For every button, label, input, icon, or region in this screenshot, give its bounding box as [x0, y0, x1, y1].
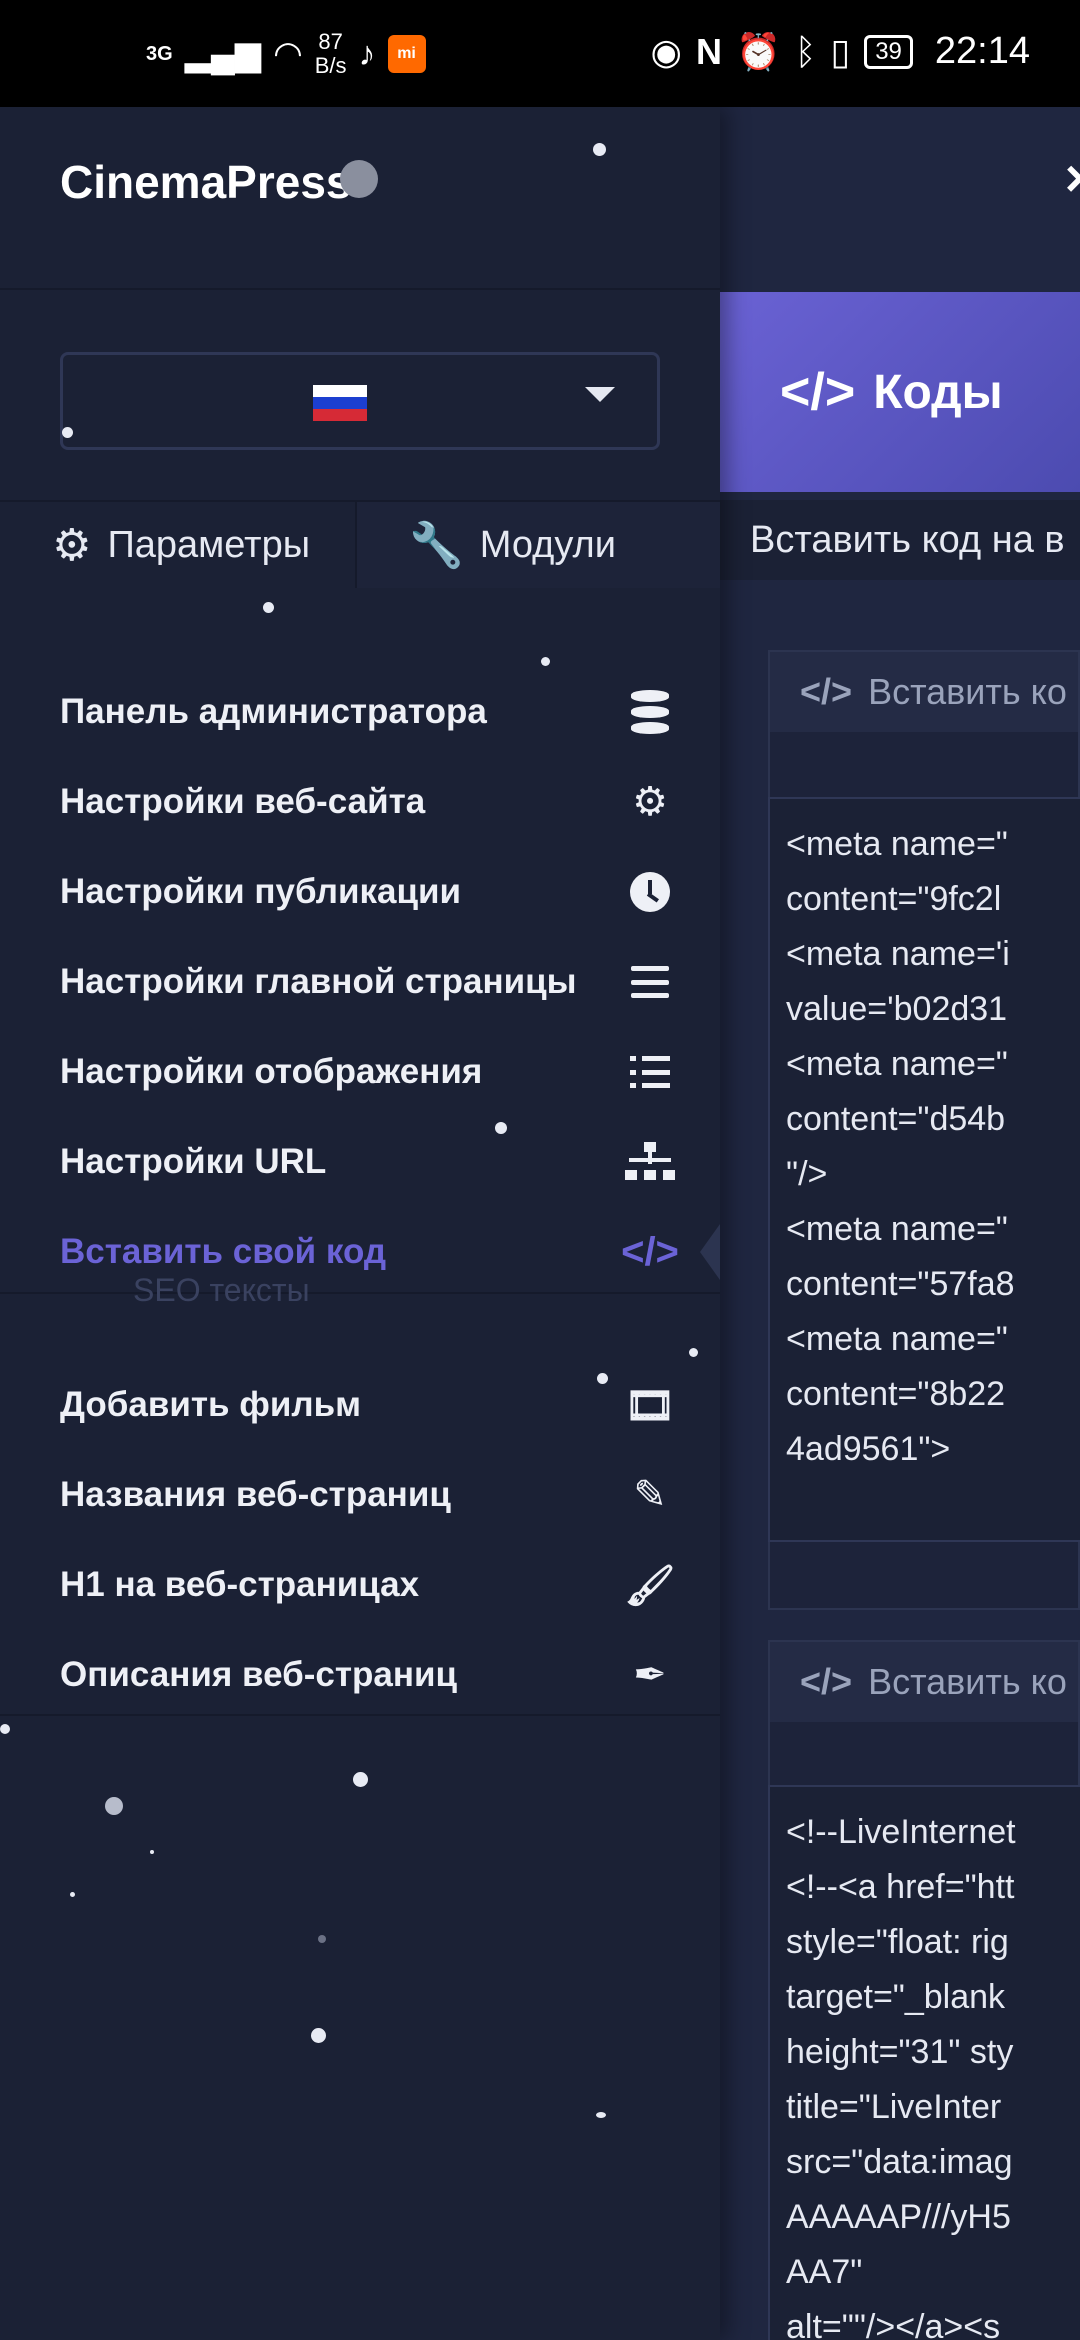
clock-time: 22:14	[934, 30, 1030, 72]
code-icon: </>	[621, 1229, 679, 1274]
brush-icon: 🖌	[624, 1563, 676, 1608]
menu-item-website-settings[interactable]: Настройки веб-сайта ⚙	[60, 767, 680, 837]
pen-icon: ✒	[633, 1653, 667, 1697]
star-decoration	[541, 657, 550, 666]
tab-modules-label: Модули	[479, 523, 616, 566]
menu-item-url-settings[interactable]: Настройки URL	[60, 1127, 680, 1197]
star-decoration	[596, 2112, 606, 2118]
tab-modules[interactable]: 🔧 Модули	[357, 502, 720, 588]
signal-icon: ▂▄▆	[184, 35, 262, 73]
panel-header-1: </> Вставить ко	[770, 652, 1078, 732]
panel-title-1: Вставить ко	[868, 671, 1067, 712]
menu-item-page-titles[interactable]: Названия веб-страниц ✎	[60, 1460, 680, 1530]
clock-icon	[620, 872, 680, 912]
wifi-icon: ◠	[273, 35, 303, 73]
star-decoration	[0, 1724, 10, 1734]
brand-logo[interactable]: CinemaPress	[60, 155, 352, 209]
menu-item-publication-settings[interactable]: Настройки публикации	[60, 857, 680, 927]
russian-flag-icon	[313, 385, 367, 421]
star-decoration	[150, 1850, 154, 1854]
mi-icon: mi	[387, 35, 426, 73]
menu-bottom-divider	[0, 1714, 720, 1716]
active-indicator	[700, 1224, 720, 1280]
database-icon	[620, 690, 680, 734]
drawer-header: CinemaPress ×	[0, 107, 1080, 290]
net-speed: 87 B/s	[314, 29, 347, 78]
nfc-icon: N	[695, 30, 722, 72]
section-divider	[0, 1292, 720, 1294]
star-decoration	[689, 1348, 698, 1357]
star-decoration	[62, 427, 73, 438]
hamburger-icon	[620, 966, 680, 998]
star-decoration	[311, 2028, 326, 2043]
menu-item-homepage-settings[interactable]: Настройки главной страницы	[60, 947, 680, 1017]
eye-icon: ◉	[650, 30, 682, 72]
panel-title-2: Вставить ко	[868, 1661, 1067, 1702]
alarm-icon: ⏰	[735, 30, 781, 72]
network-type: 3G	[146, 42, 173, 65]
star-decoration	[70, 1892, 75, 1897]
status-left: 3G ▂▄▆ ◠ 87 B/s ♪ mi	[146, 30, 426, 78]
code-textarea-1[interactable]: <meta name=" content="9fc2l <meta name='…	[768, 797, 1080, 1542]
close-button[interactable]: ×	[1050, 149, 1080, 209]
codes-banner: </> Коды	[720, 292, 1080, 492]
code-icon: </>	[780, 363, 856, 421]
vibrate-icon: ▯	[830, 30, 851, 72]
menu-item-add-film[interactable]: Добавить фильм 🎞	[60, 1370, 680, 1440]
star-decoration	[593, 143, 606, 156]
star-decoration	[263, 602, 274, 613]
drawer-tabs: ⚙ Параметры 🔧 Модули	[0, 500, 720, 588]
code-textarea-2[interactable]: <!--LiveInternet <!--<a href="htt style=…	[768, 1785, 1080, 2340]
pencil-icon: ✎	[633, 1473, 667, 1517]
gear-icon: ⚙	[632, 780, 668, 824]
language-select[interactable]	[60, 352, 660, 450]
status-right: ◉ N ⏰ ᛒ ▯ 39 22:14	[651, 30, 1030, 73]
tab-parameters[interactable]: ⚙ Параметры	[0, 502, 357, 588]
gears-icon: ⚙	[52, 520, 92, 570]
star-decoration	[105, 1797, 123, 1815]
menu-item-admin-panel[interactable]: Панель администратора	[60, 677, 680, 747]
list-icon	[620, 1056, 680, 1088]
chevron-down-icon	[585, 387, 615, 402]
star-decoration	[318, 1935, 326, 1943]
menu-item-h1-pages[interactable]: H1 на веб-страницах 🖌	[60, 1550, 680, 1620]
nav-drawer: CinemaPress × ⚙ Параметры 🔧 Модули Панел…	[0, 107, 1080, 2340]
bluetooth-icon: ᛒ	[794, 30, 817, 72]
content-tab[interactable]: Вставить код на в	[720, 500, 1080, 580]
star-decoration	[353, 1772, 368, 1787]
tab-parameters-label: Параметры	[107, 523, 311, 566]
status-bar: 3G ▂▄▆ ◠ 87 B/s ♪ mi ◉ N ⏰ ᛒ ▯ 39 22:14	[0, 0, 1080, 107]
content-tab-label: Вставить код на в	[750, 518, 1065, 561]
section-label-seo: SEO тексты	[133, 1272, 310, 1308]
star-decoration	[597, 1373, 608, 1384]
menu-item-display-settings[interactable]: Настройки отображения	[60, 1037, 680, 1107]
code-icon: </>	[800, 671, 853, 712]
battery-icon: 39	[864, 34, 913, 69]
film-icon: 🎞	[624, 1383, 676, 1428]
code-icon: </>	[800, 1661, 853, 1702]
tiktok-icon: ♪	[358, 34, 376, 73]
star-decoration	[495, 1122, 507, 1134]
main-content: </> Коды Вставить код на в </> Вставить …	[720, 107, 1080, 2340]
menu-item-page-descriptions[interactable]: Описания веб-страниц ✒	[60, 1640, 680, 1710]
wrench-icon: 🔧	[409, 521, 464, 570]
brand-dot	[340, 160, 378, 198]
panel-header-2: </> Вставить ко	[770, 1642, 1078, 1722]
banner-title: Коды	[873, 365, 1003, 419]
sitemap-icon	[620, 1142, 680, 1182]
